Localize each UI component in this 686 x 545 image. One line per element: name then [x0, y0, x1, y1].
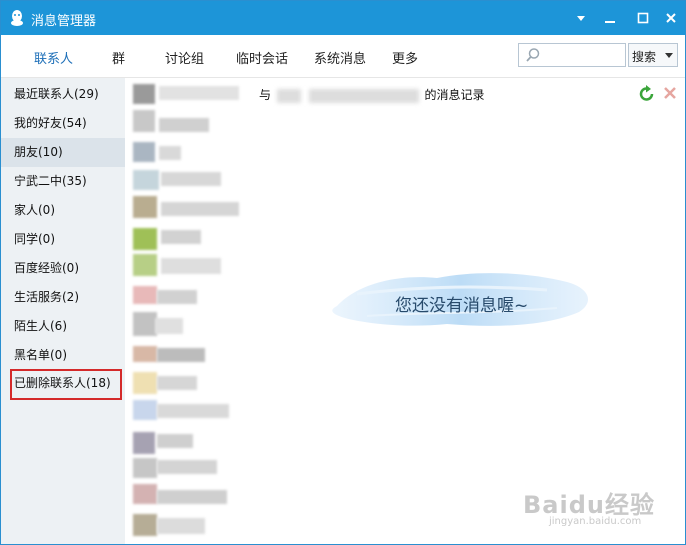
refresh-icon[interactable]: [638, 85, 656, 103]
avatar[interactable]: [133, 432, 155, 454]
category-strangers[interactable]: 陌生人(6): [1, 312, 125, 341]
category-friends[interactable]: 朋友(10): [1, 138, 125, 167]
category-recent-contacts[interactable]: 最近联系人(29): [1, 80, 125, 109]
category-family[interactable]: 家人(0): [1, 196, 125, 225]
search-icon: [526, 48, 540, 62]
tab-more[interactable]: 更多: [392, 48, 418, 67]
contact-name[interactable]: [161, 258, 221, 274]
message-record-panel: 与 的消息记录 您还没有消息喔~: [245, 78, 685, 544]
tab-temp-chats[interactable]: 临时会话: [236, 48, 288, 67]
contact-name[interactable]: [161, 202, 239, 216]
avatar[interactable]: [133, 484, 157, 504]
avatar[interactable]: [133, 254, 157, 276]
avatar[interactable]: [133, 400, 157, 420]
tab-system-messages[interactable]: 系统消息: [314, 48, 366, 67]
delete-icon[interactable]: [662, 85, 678, 101]
avatar[interactable]: [133, 228, 157, 250]
category-deleted-contacts[interactable]: 已删除联系人(18): [10, 369, 122, 400]
contact-name[interactable]: [159, 86, 239, 100]
avatar[interactable]: [133, 312, 157, 336]
category-life-services[interactable]: 生活服务(2): [1, 283, 125, 312]
avatar[interactable]: [133, 196, 157, 218]
dropdown-arrow-icon[interactable]: [571, 8, 591, 28]
contact-name[interactable]: [157, 404, 229, 418]
baidu-watermark: Baidu经验: [523, 491, 655, 519]
category-blacklist[interactable]: 黑名单(0): [1, 341, 125, 370]
close-icon[interactable]: [661, 8, 681, 28]
record-header: 与 的消息记录: [259, 86, 485, 103]
avatar[interactable]: [133, 142, 155, 162]
blurred-name: [276, 88, 301, 103]
empty-message-text: 您还没有消息喔~: [395, 296, 529, 316]
search-box: [518, 43, 626, 67]
tab-contacts[interactable]: 联系人: [34, 48, 73, 67]
avatar[interactable]: [133, 346, 157, 362]
avatar[interactable]: [133, 458, 157, 478]
contact-name[interactable]: [157, 290, 197, 304]
maximize-icon[interactable]: [633, 8, 653, 28]
chevron-down-icon[interactable]: [665, 53, 673, 58]
avatar[interactable]: [133, 170, 159, 190]
category-ningwu-school[interactable]: 宁武二中(35): [1, 167, 125, 196]
category-my-friends[interactable]: 我的好友(54): [1, 109, 125, 138]
contact-name[interactable]: [157, 518, 205, 534]
contact-name[interactable]: [157, 490, 227, 504]
tab-groups[interactable]: 群: [112, 48, 125, 67]
contact-name[interactable]: [157, 348, 205, 362]
header-prefix: 与: [259, 88, 272, 102]
avatar[interactable]: [133, 514, 157, 536]
message-manager-window: 消息管理器 联系人 群 讨论组 临时会话 系统消息 更多 搜索 最近联系人(29…: [0, 0, 686, 545]
contact-name[interactable]: [157, 434, 193, 448]
window-title: 消息管理器: [31, 14, 97, 29]
category-baidu-jingyan[interactable]: 百度经验(0): [1, 254, 125, 283]
contact-name[interactable]: [161, 230, 201, 244]
avatar[interactable]: [133, 84, 155, 104]
blurred-name: [308, 88, 419, 103]
tab-discussions[interactable]: 讨论组: [165, 48, 204, 67]
header-suffix: 的消息记录: [424, 88, 485, 102]
search-input[interactable]: [545, 46, 625, 66]
baidu-watermark-url: jingyan.baidu.com: [549, 516, 642, 527]
minimize-icon[interactable]: [600, 8, 620, 28]
qq-penguin-icon: [11, 10, 23, 26]
avatar[interactable]: [133, 286, 157, 304]
contact-category-list: 最近联系人(29) 我的好友(54) 朋友(10) 宁武二中(35) 家人(0)…: [1, 78, 126, 544]
contact-name[interactable]: [159, 118, 209, 132]
contact-list[interactable]: [125, 78, 245, 544]
contact-name[interactable]: [161, 172, 221, 186]
contact-name[interactable]: [159, 146, 181, 160]
search-button-label: 搜索: [632, 50, 657, 64]
search-button[interactable]: 搜索: [628, 43, 678, 67]
contact-name[interactable]: [157, 376, 197, 390]
contact-name[interactable]: [155, 318, 183, 334]
category-classmates[interactable]: 同学(0): [1, 225, 125, 254]
toolbar: 联系人 群 讨论组 临时会话 系统消息 更多 搜索: [1, 35, 685, 78]
contact-name[interactable]: [157, 460, 217, 474]
title-bar[interactable]: 消息管理器: [1, 1, 685, 35]
avatar[interactable]: [133, 110, 155, 132]
avatar[interactable]: [133, 372, 157, 394]
